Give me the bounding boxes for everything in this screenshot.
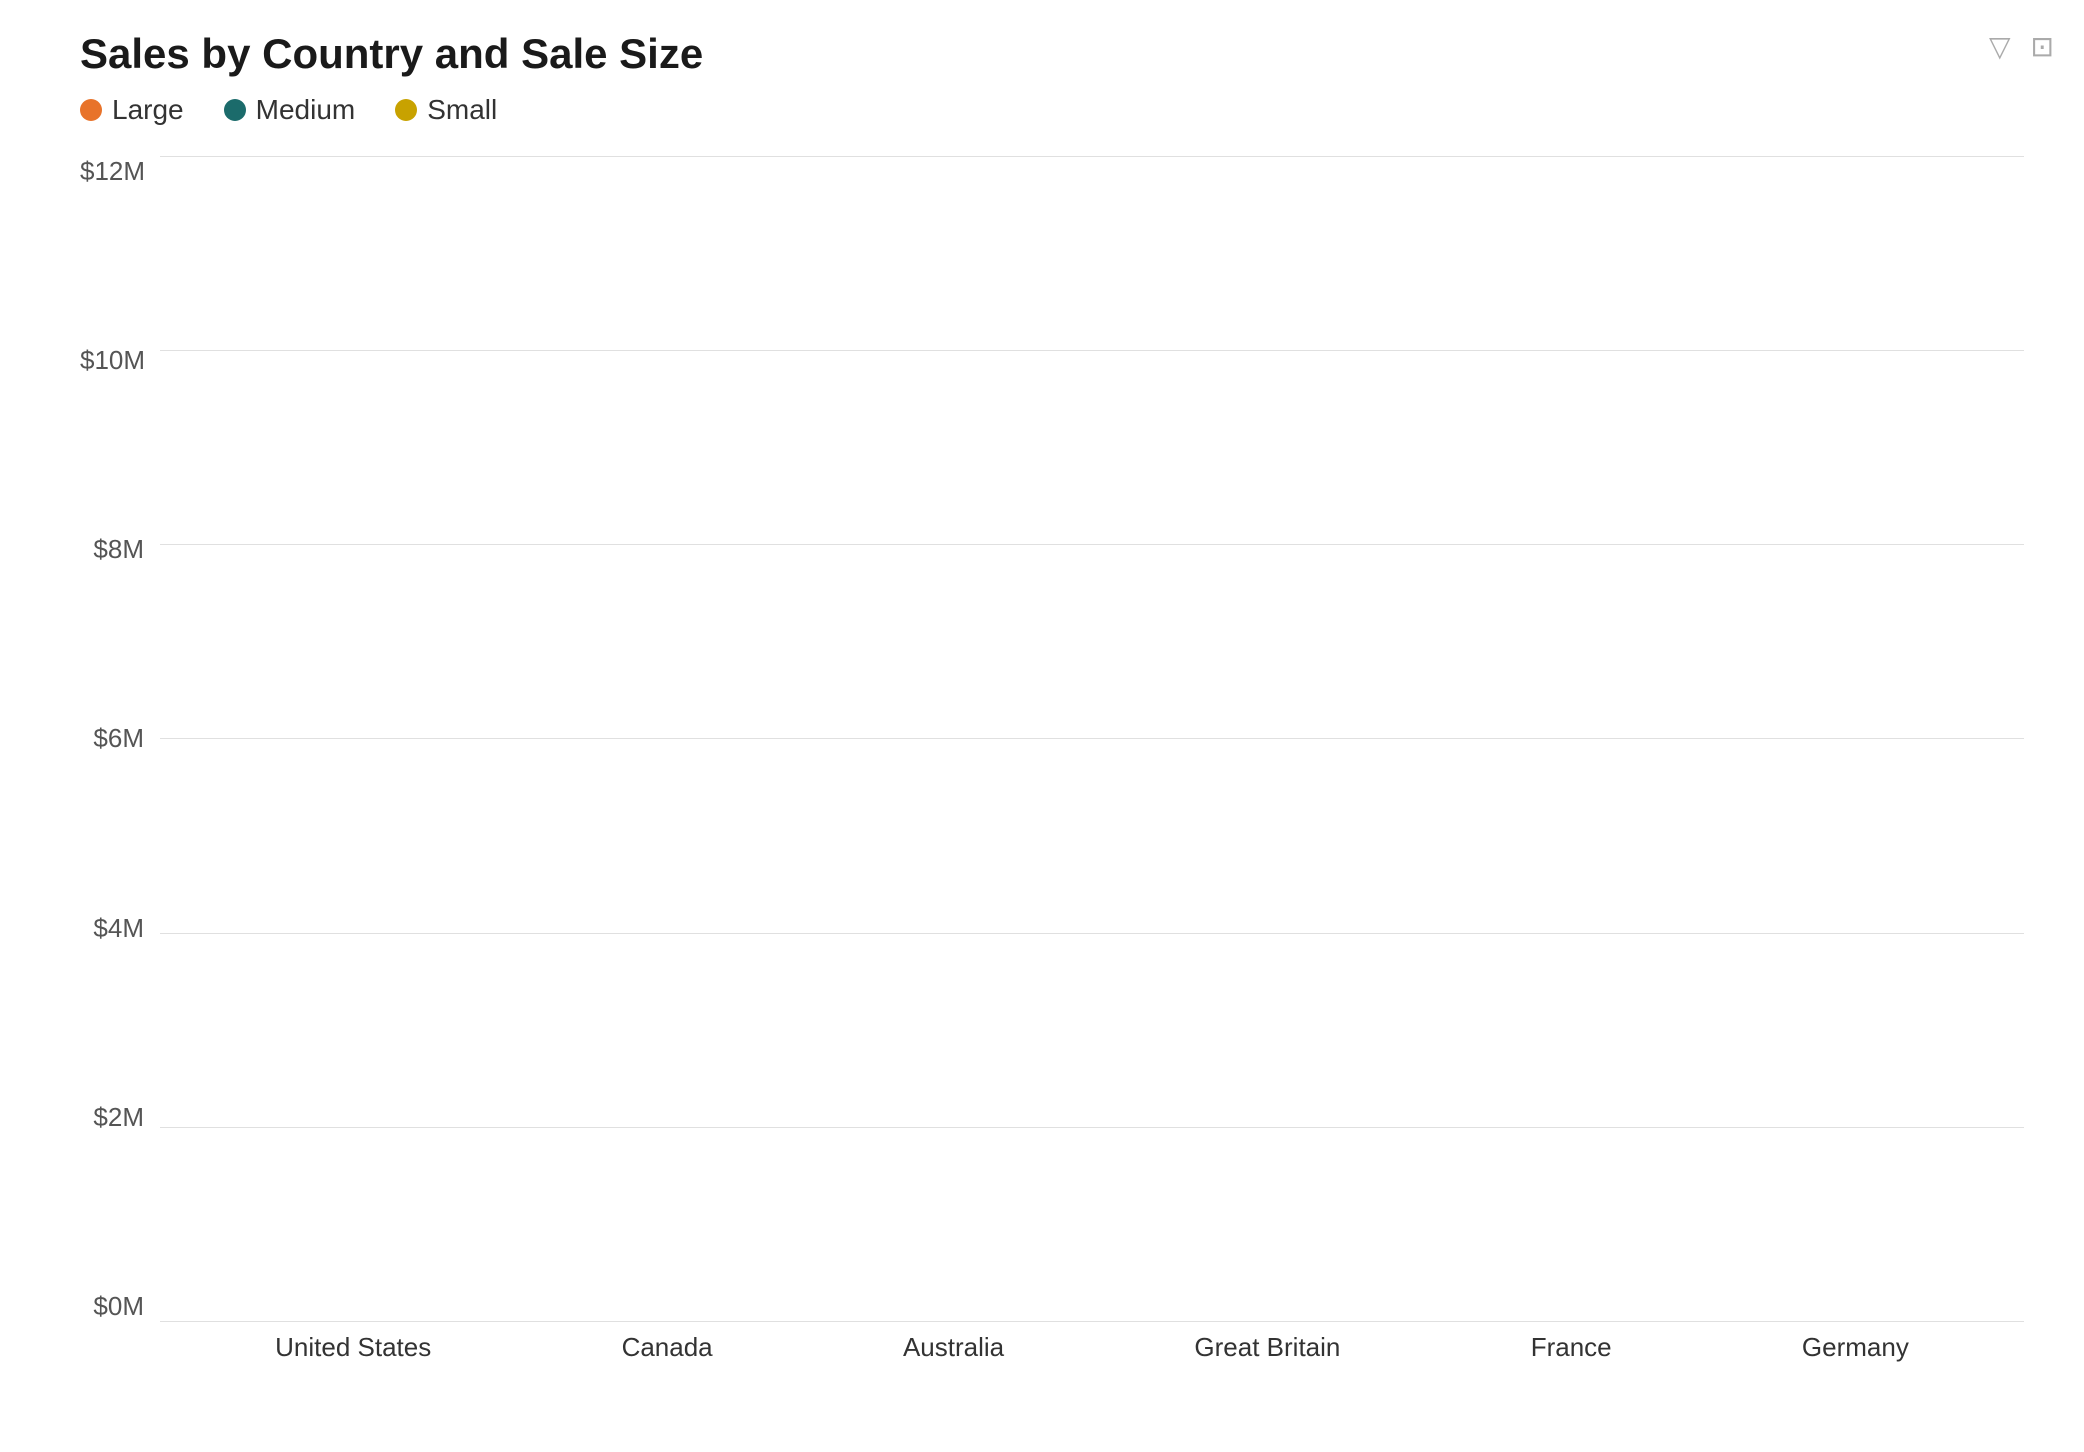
expand-icon[interactable]: ⊡ xyxy=(2031,30,2054,63)
x-label-3: Great Britain xyxy=(1194,1332,1340,1363)
small-legend-dot xyxy=(395,99,417,121)
chart-title: Sales by Country and Sale Size xyxy=(80,30,2024,78)
x-label-2: Australia xyxy=(903,1332,1004,1363)
filter-icon[interactable]: ▽ xyxy=(1989,30,2011,63)
legend: Large Medium Small xyxy=(80,94,2024,126)
chart-container: Sales by Country and Sale Size Large Med… xyxy=(0,0,2084,1452)
legend-item-large: Large xyxy=(80,94,184,126)
legend-item-small: Small xyxy=(395,94,497,126)
medium-legend-dot xyxy=(224,99,246,121)
y-label-0m: $0M xyxy=(80,1291,144,1322)
legend-item-medium: Medium xyxy=(224,94,356,126)
y-label-4m: $4M xyxy=(80,913,144,944)
x-labels: United States Canada Australia Great Britai… xyxy=(160,1322,2024,1372)
x-label-0: United States xyxy=(275,1332,431,1363)
large-legend-dot xyxy=(80,99,102,121)
y-label-12m: $12M xyxy=(80,156,144,187)
x-label-5: Germany xyxy=(1802,1332,1909,1363)
chart-area: $12M $10M $8M $6M $4M $2M $0M xyxy=(80,156,2024,1372)
legend-label-medium: Medium xyxy=(256,94,356,126)
toolbar-icons: ▽ ⊡ xyxy=(1989,30,2054,63)
legend-label-small: Small xyxy=(427,94,497,126)
x-label-1: Canada xyxy=(622,1332,713,1363)
y-label-2m: $2M xyxy=(80,1102,144,1133)
legend-label-large: Large xyxy=(112,94,184,126)
plot-area: United States Canada Australia Great Britai… xyxy=(160,156,2024,1372)
x-label-4: France xyxy=(1531,1332,1612,1363)
bars-area xyxy=(160,156,2024,1322)
y-label-6m: $6M xyxy=(80,723,144,754)
y-axis: $12M $10M $8M $6M $4M $2M $0M xyxy=(80,156,160,1372)
y-label-8m: $8M xyxy=(80,534,144,565)
y-label-10m: $10M xyxy=(80,345,144,376)
